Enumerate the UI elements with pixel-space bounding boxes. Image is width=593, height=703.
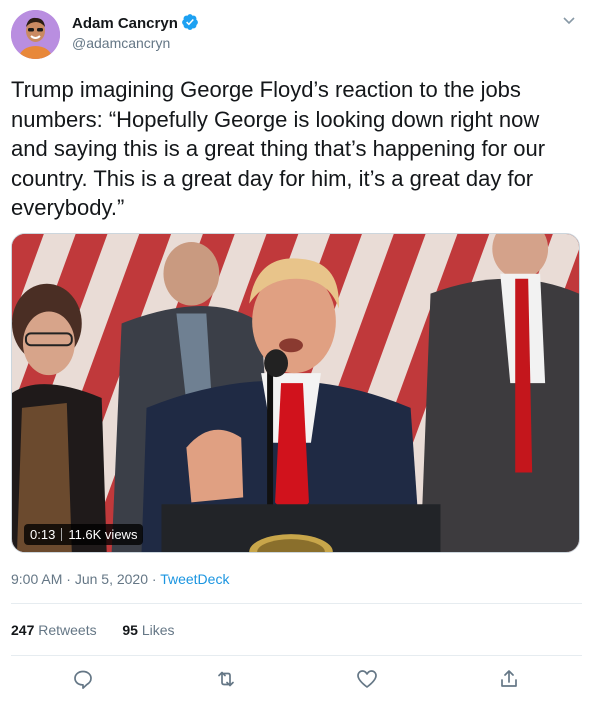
likes-stat[interactable]: 95 Likes [122,622,174,638]
verified-icon [181,13,199,35]
video-player[interactable]: 0:13 11.6K views [11,233,580,553]
likes-label: Likes [141,622,175,638]
divider [11,603,582,604]
avatar[interactable] [11,10,60,59]
action-bar [0,663,593,697]
tweet-meta: 9:00 AM · Jun 5, 2020 · TweetDeck [11,571,229,587]
tweet-stats: 247 Retweets 95 Likes [11,622,175,638]
retweet-icon[interactable] [214,667,238,691]
chevron-down-icon[interactable] [559,10,579,30]
tweet-source-link[interactable]: TweetDeck [160,571,229,587]
divider [11,655,582,656]
tweet-date[interactable]: Jun 5, 2020 [75,571,148,587]
share-icon[interactable] [497,667,521,691]
meta-separator: · [66,571,71,587]
video-duration: 0:13 [30,527,56,542]
author-name[interactable]: Adam Cancryn [72,15,178,32]
reply-icon[interactable] [71,667,95,691]
avatar-image [11,10,60,59]
retweets-label: Retweets [38,622,97,638]
tweet-text: Trump imagining George Floyd’s reaction … [11,77,546,220]
author-name-row[interactable]: Adam Cancryn [72,13,199,35]
retweets-count: 247 [11,622,35,638]
video-thumbnail [12,234,579,552]
likes-count: 95 [122,622,138,638]
meta-separator-2: · [151,571,157,587]
retweets-stat[interactable]: 247 Retweets [11,622,97,638]
badge-divider [61,528,63,541]
tweet-time[interactable]: 9:00 AM [11,571,62,587]
heart-icon[interactable] [355,667,379,691]
video-badge: 0:13 11.6K views [24,524,144,545]
author-handle[interactable]: @adamcancryn [72,35,170,51]
video-views: 11.6K views [68,527,138,542]
